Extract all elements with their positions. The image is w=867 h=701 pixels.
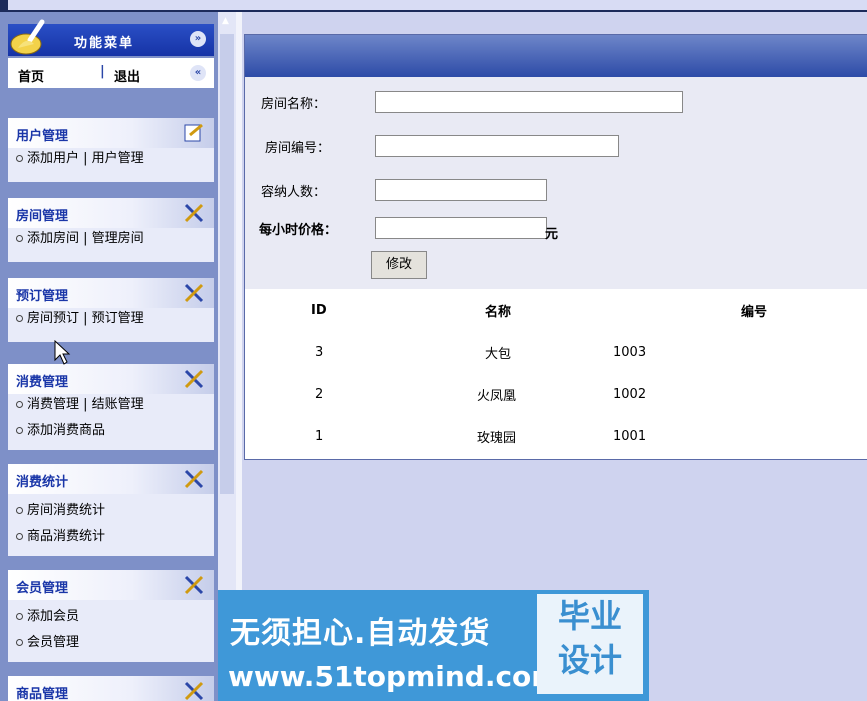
- room-form: 房间名称： 房间编号： 容纳人数： 每小时价格： 元: [245, 77, 867, 289]
- tools-icon: [184, 681, 204, 701]
- group-statistics: 消费统计 房间消费统计 商品消费统计: [8, 464, 214, 556]
- price-input[interactable]: [375, 217, 547, 239]
- list-item[interactable]: 添加会员: [8, 606, 214, 632]
- panel-header-bar: [245, 35, 867, 77]
- tools-icon: [184, 203, 204, 223]
- capacity-label: 容纳人数：: [261, 185, 327, 200]
- group-title[interactable]: 商品管理: [16, 683, 68, 701]
- list-item[interactable]: 房间预订 | 预订管理: [8, 308, 214, 334]
- cell-id: 2: [315, 387, 324, 402]
- watermark-line1: 无须担心.自动发货: [230, 616, 491, 651]
- logout-link[interactable]: 退出: [114, 66, 140, 85]
- group-member: 会员管理 添加会员 会员管理: [8, 570, 214, 662]
- tools-icon: [184, 469, 204, 489]
- cell-no: 1003: [613, 345, 647, 360]
- list-item[interactable]: 会员管理: [8, 632, 214, 658]
- mouse-cursor-icon: [54, 340, 71, 365]
- list-item[interactable]: 添加用户 | 用户管理: [8, 148, 214, 174]
- col-header-name: 名称: [485, 305, 512, 320]
- scroll-up-icon[interactable]: ▲: [222, 16, 229, 26]
- list-item[interactable]: 添加房间 | 管理房间: [8, 228, 214, 254]
- room-no-input[interactable]: [375, 135, 619, 157]
- tools-icon: [184, 283, 204, 303]
- cell-no: 1002: [613, 387, 647, 402]
- watermark-badge: 毕业 设计: [537, 594, 643, 694]
- window-top-border: [0, 0, 867, 12]
- room-name-input[interactable]: [375, 91, 683, 113]
- price-label: 每小时价格：: [259, 223, 338, 238]
- collapse-down-icon[interactable]: »: [190, 31, 206, 47]
- cell-id: 3: [315, 345, 324, 360]
- col-header-id: ID: [311, 303, 327, 318]
- group-room: 房间管理 添加房间 | 管理房间: [8, 198, 214, 262]
- edit-note-icon: [184, 123, 203, 142]
- list-item[interactable]: 房间消费统计: [8, 500, 214, 526]
- group-title[interactable]: 用户管理: [16, 125, 68, 144]
- room-table: ID 名称 编号 3 大包 1003 2 火凤凰 1002 1 玫瑰园 1001: [245, 291, 867, 459]
- menu-header: 功能菜单 »: [8, 19, 214, 56]
- watermark-banner: 无须担心.自动发货 www.51topmind.com 毕业 设计: [218, 590, 649, 701]
- home-link[interactable]: 首页: [18, 66, 44, 85]
- group-booking: 预订管理 房间预订 | 预订管理: [8, 278, 214, 342]
- capacity-input[interactable]: [375, 179, 547, 201]
- cell-name: 火凤凰: [477, 389, 517, 404]
- room-no-label: 房间编号：: [265, 141, 331, 156]
- group-title[interactable]: 会员管理: [16, 577, 68, 596]
- watermark-line2: www.51topmind.com: [228, 660, 561, 693]
- group-title[interactable]: 房间管理: [16, 205, 68, 224]
- cell-no: 1001: [613, 429, 647, 444]
- group-user: 用户管理 添加用户 | 用户管理: [8, 118, 214, 182]
- group-title[interactable]: 预订管理: [16, 285, 68, 304]
- scroll-thumb[interactable]: [220, 34, 234, 494]
- list-item[interactable]: 添加消费商品: [8, 420, 214, 446]
- broom-logo-icon: [10, 19, 45, 55]
- group-goods: 商品管理: [8, 676, 214, 701]
- list-item[interactable]: 消费管理 | 结账管理: [8, 394, 214, 420]
- group-title[interactable]: 消费管理: [16, 371, 68, 390]
- cell-name: 玫瑰园: [477, 431, 517, 446]
- cell-name: 大包: [485, 347, 512, 362]
- tools-icon: [184, 575, 204, 595]
- cell-id: 1: [315, 429, 324, 444]
- group-consume: 消费管理 消费管理 | 结账管理 添加消费商品: [8, 364, 214, 450]
- menu-links: 首页 | 退出 «: [8, 58, 214, 88]
- edit-room-panel: 房间名称： 房间编号： 容纳人数： 每小时价格： 元 修改 ID 名称 编号 3…: [244, 34, 867, 460]
- menu-title: 功能菜单: [74, 36, 135, 51]
- collapse-left-icon[interactable]: «: [190, 65, 206, 81]
- unit-label: 元: [545, 227, 559, 242]
- list-item[interactable]: 商品消费统计: [8, 526, 214, 552]
- group-title[interactable]: 消费统计: [16, 471, 68, 490]
- submit-button[interactable]: 修改: [371, 251, 427, 279]
- room-name-label: 房间名称：: [261, 97, 327, 112]
- tools-icon: [184, 369, 204, 389]
- col-header-no: 编号: [741, 305, 768, 320]
